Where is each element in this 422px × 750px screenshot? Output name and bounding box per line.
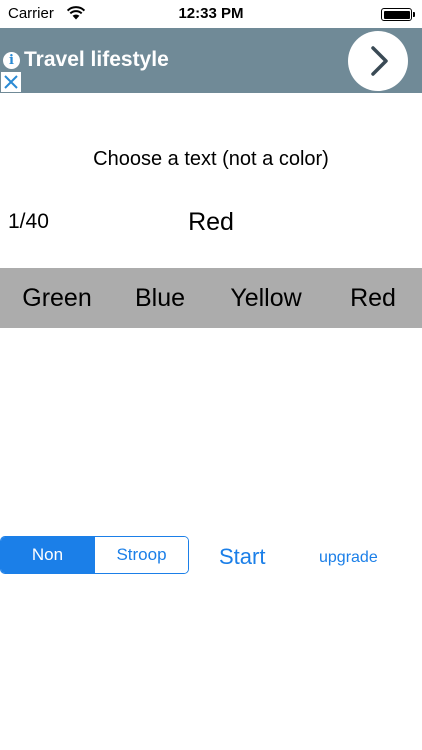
answer-green-button[interactable]: Green xyxy=(14,284,100,313)
answer-yellow-button[interactable]: Yellow xyxy=(220,284,312,313)
mode-segmented-control: Non Stroop xyxy=(0,536,189,574)
start-button[interactable]: Start xyxy=(219,544,265,570)
ad-title[interactable]: Travel lifestyle xyxy=(24,48,169,72)
status-time: 12:33 PM xyxy=(178,5,244,22)
segment-stroop[interactable]: Stroop xyxy=(94,537,188,573)
info-icon[interactable]: i xyxy=(3,52,20,69)
instruction-text: Choose a text (not a color) xyxy=(93,148,329,170)
close-icon[interactable] xyxy=(1,72,21,92)
answer-red-button[interactable]: Red xyxy=(340,284,406,313)
battery-cap xyxy=(413,12,415,17)
answer-blue-button[interactable]: Blue xyxy=(125,284,195,313)
prompt-word: Red xyxy=(188,208,234,236)
status-bar: Carrier 12:33 PM xyxy=(0,0,422,28)
segment-non[interactable]: Non xyxy=(1,537,94,573)
ad-banner[interactable]: i Travel lifestyle xyxy=(0,28,422,93)
ad-arrow-button[interactable] xyxy=(348,31,408,91)
battery-icon xyxy=(381,8,412,21)
chevron-right-icon xyxy=(371,46,388,76)
answer-bar: Green Blue Yellow Red xyxy=(0,268,422,328)
upgrade-button[interactable]: upgrade xyxy=(319,549,378,567)
